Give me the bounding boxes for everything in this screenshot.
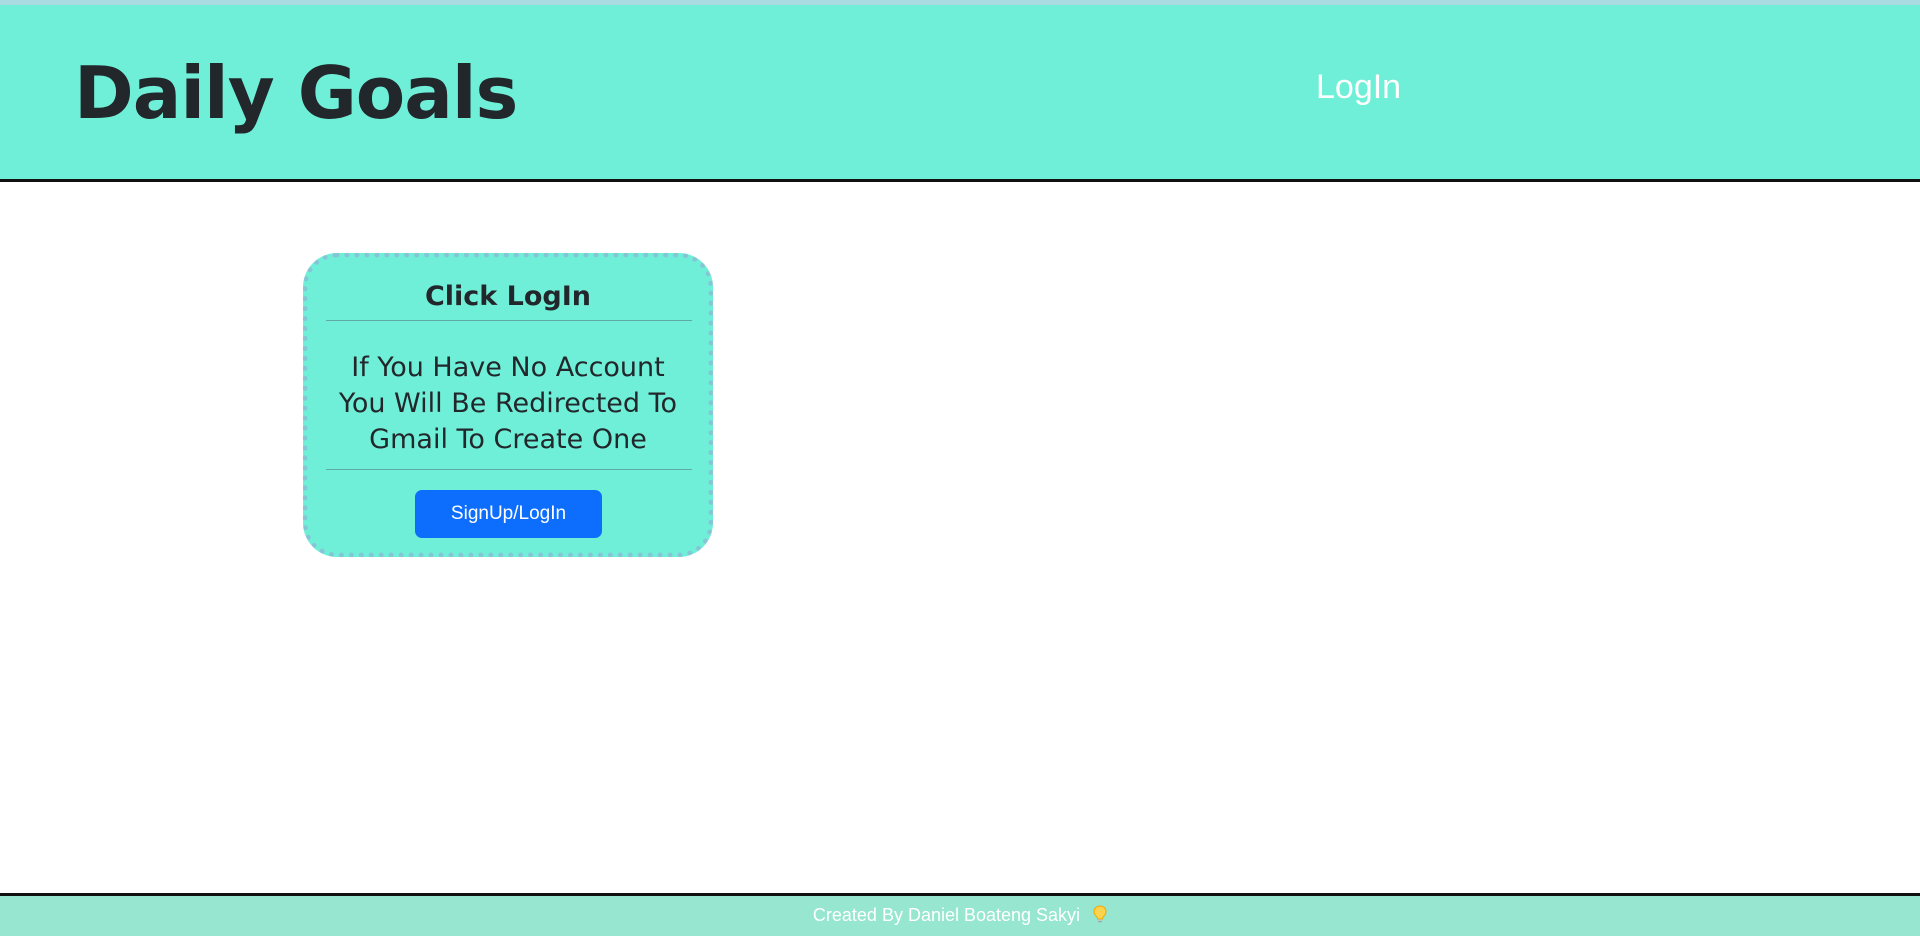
lightbulb-icon [1093, 905, 1107, 923]
footer-credit: Created By Daniel Boateng Sakyi [812, 905, 1081, 925]
card-divider-top [326, 320, 692, 321]
card-message-line: If You Have No Account [351, 352, 665, 383]
brand-title: Daily Goals [74, 51, 518, 135]
card-divider-bottom [326, 469, 692, 470]
site-footer: Created By Daniel Boateng Sakyi [0, 893, 1920, 936]
signup-login-button[interactable]: SignUp/LogIn [415, 490, 602, 538]
card-message-line: Gmail To Create One [369, 424, 647, 455]
site-header: Daily Goals LogIn [0, 5, 1920, 182]
daily-goals-page: Daily Goals LogIn Click LogIn If You Hav… [0, 0, 1920, 936]
card-message-line: You Will Be Redirected To [338, 388, 678, 419]
card-message: If You Have No Account You Will Be Redir… [318, 350, 698, 458]
nav-login-link[interactable]: LogIn [1316, 63, 1401, 111]
footer-content: Created By Daniel Boateng Sakyi [0, 903, 1920, 927]
login-instructions-card: Click LogIn If You Have No Account You W… [303, 253, 713, 557]
card-title: Click LogIn [424, 281, 592, 312]
